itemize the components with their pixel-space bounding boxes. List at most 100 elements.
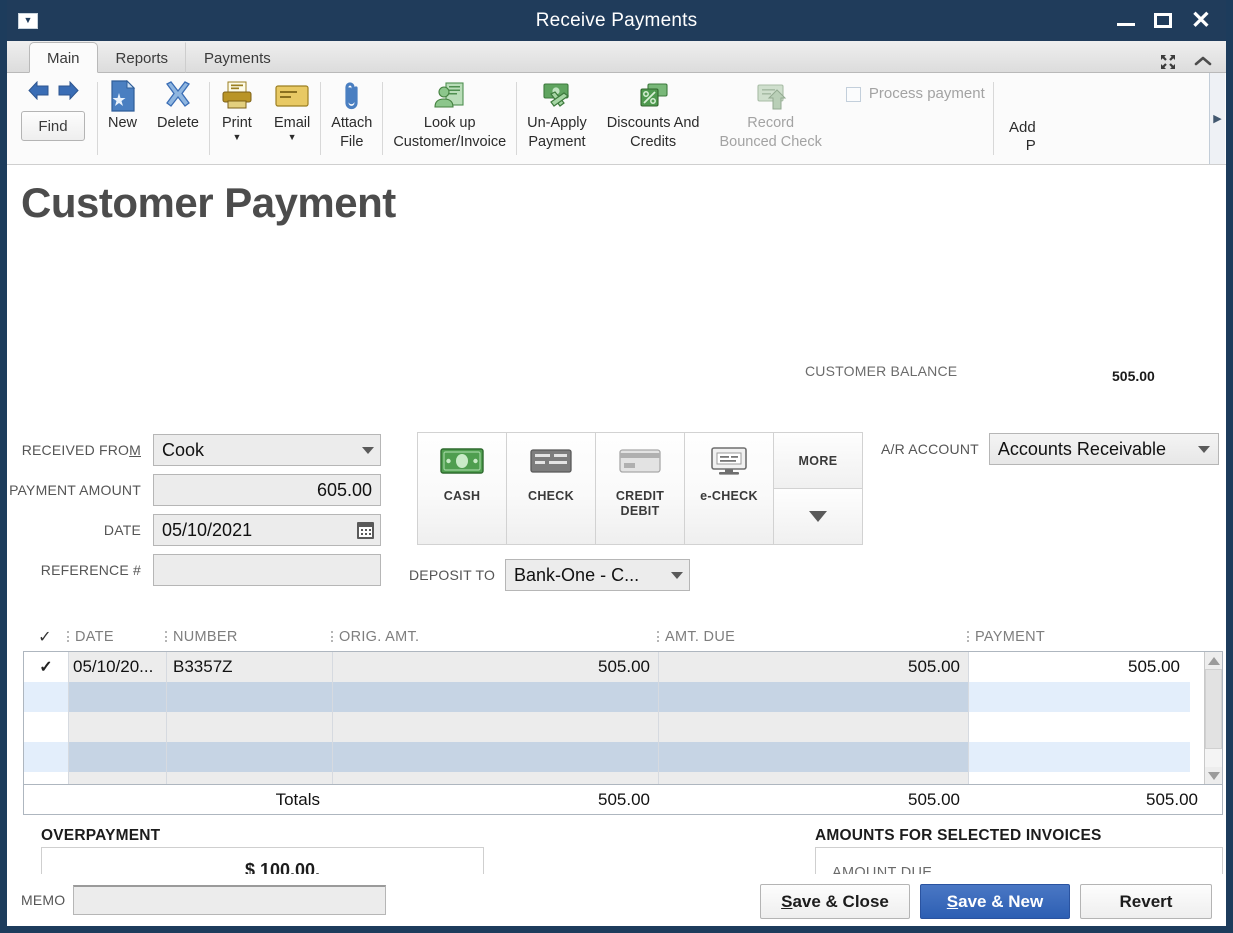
column-header-amt-due: AMT. DUE [657, 629, 967, 645]
chevron-down-icon[interactable] [1198, 446, 1210, 453]
memo-input[interactable] [73, 885, 386, 915]
new-button[interactable]: New [98, 73, 147, 164]
row-checkbox[interactable] [24, 712, 68, 742]
table-row[interactable]: ✓ 05/10/20... B3357Z 505.00 505.00 505.0… [24, 652, 1204, 682]
process-payment-checkbox-group[interactable]: Process payment [832, 73, 993, 164]
ribbon-tab-bar: Main Reports Payments [7, 41, 1226, 73]
ribbon-overflow-item[interactable]: Add P [994, 73, 1040, 164]
payment-method-echeck-label: e-CHECK [700, 489, 758, 504]
chevron-down-icon[interactable]: ▼ [288, 133, 297, 141]
receive-payments-window: ▼ Receive Payments ✕ Main Reports Paymen… [0, 0, 1233, 933]
check-icon [530, 433, 572, 489]
row-checkbox[interactable]: ✓ [24, 652, 68, 682]
close-icon[interactable]: ✕ [1191, 14, 1211, 28]
payment-amount-input[interactable]: 605.00 [153, 474, 381, 506]
table-header-row: ✓ DATE NUMBER ORIG. AMT. AMT. DUE PAYMEN… [23, 623, 1223, 651]
chevron-up-icon[interactable] [1194, 53, 1212, 70]
discounts-label-1: Discounts And [607, 115, 700, 132]
save-and-close-button[interactable]: Save & Close [760, 884, 910, 919]
scroll-track[interactable] [1205, 669, 1222, 767]
find-button[interactable]: Find [21, 111, 85, 141]
row-payment[interactable]: 505.00 [968, 652, 1190, 682]
payment-method-cash[interactable]: CASH [417, 432, 507, 545]
table-body: ✓ 05/10/20... B3357Z 505.00 505.00 505.0… [23, 651, 1223, 785]
footer-bar: MEMO Save & Close Save & New Revert [7, 874, 1226, 926]
payment-method-credit-debit-label-2: DEBIT [621, 504, 660, 519]
arrow-right-icon[interactable] [57, 81, 80, 105]
row-number [166, 682, 332, 712]
scroll-thumb[interactable] [1205, 669, 1222, 749]
scroll-down-icon[interactable] [1205, 767, 1222, 784]
payment-method-credit-debit[interactable]: CREDIT DEBIT [595, 432, 685, 545]
deposit-to-row: DEPOSIT TO Bank-One - C... [409, 559, 690, 591]
system-menu-icon[interactable]: ▼ [18, 13, 38, 29]
deposit-to-dropdown[interactable]: Bank-One - C... [505, 559, 690, 591]
revert-button[interactable]: Revert [1080, 884, 1212, 919]
record-bounced-check-button[interactable]: Record Bounced Check [709, 73, 831, 164]
row-payment[interactable] [968, 682, 1190, 712]
tab-payments[interactable]: Payments [186, 42, 289, 73]
more-button[interactable]: MORE [773, 432, 863, 489]
customer-balance-value: 505.00 [1112, 368, 1155, 384]
triangle-down-icon [809, 511, 827, 522]
calendar-icon[interactable] [357, 522, 374, 539]
ribbon-scroll-right-icon[interactable]: ▶ [1209, 73, 1225, 164]
row-checkbox[interactable] [24, 682, 68, 712]
row-payment[interactable] [968, 712, 1190, 742]
lookup-customer-invoice-button[interactable]: Look up Customer/Invoice [383, 73, 516, 164]
process-payment-label: Process payment [869, 85, 985, 102]
column-header-date: DATE [67, 629, 165, 645]
discounts-label-2: Credits [630, 134, 676, 151]
email-button[interactable]: Email ▼ [264, 73, 320, 164]
payment-amount-row: PAYMENT AMOUNT 605.00 [7, 470, 407, 510]
maximize-icon[interactable] [1154, 13, 1172, 28]
row-checkbox[interactable] [24, 742, 68, 772]
date-input[interactable]: 05/10/2021 [153, 514, 381, 546]
table-row[interactable] [24, 682, 1204, 712]
totals-label: Totals [24, 790, 332, 810]
overpayment-option-leave-credit[interactable]: LEAVE THE CREDIT TO BE USED LATER [60, 926, 374, 933]
title-bar: ▼ Receive Payments ✕ [7, 0, 1226, 41]
table-row[interactable] [24, 712, 1204, 742]
ar-account-row: A/R ACCOUNT Accounts Receivable [881, 433, 1219, 465]
attach-file-button[interactable]: Attach File [321, 73, 382, 164]
discounts-and-credits-button[interactable]: Discounts And Credits [597, 73, 710, 164]
payment-method-check[interactable]: CHECK [506, 432, 596, 545]
ar-account-dropdown[interactable]: Accounts Receivable [989, 433, 1219, 465]
row-payment[interactable] [968, 742, 1190, 772]
table-grid: ✓ 05/10/20... B3357Z 505.00 505.00 505.0… [24, 652, 1204, 784]
process-payment-checkbox[interactable] [846, 87, 861, 102]
reference-input[interactable] [153, 554, 381, 586]
table-row[interactable] [24, 742, 1204, 772]
delete-label: Delete [157, 115, 199, 132]
delete-button[interactable]: Delete [147, 73, 209, 164]
radio-button-icon[interactable] [60, 926, 77, 933]
payment-method-cash-label: CASH [444, 489, 481, 504]
chevron-down-icon[interactable] [671, 572, 683, 579]
lookup-customer-icon [433, 79, 467, 113]
more-dropdown-button[interactable] [773, 488, 863, 545]
tab-main[interactable]: Main [29, 42, 98, 73]
save-and-new-button[interactable]: Save & New [920, 884, 1070, 919]
received-from-dropdown[interactable]: Cook [153, 434, 381, 466]
arrow-left-icon[interactable] [27, 81, 50, 105]
payment-amount-label: PAYMENT AMOUNT [7, 482, 153, 498]
print-button[interactable]: Print ▼ [210, 73, 264, 164]
chevron-down-icon[interactable]: ▼ [232, 133, 241, 141]
cash-bill-icon [440, 433, 484, 489]
chevron-down-icon[interactable] [362, 447, 374, 454]
reference-label: REFERENCE # [7, 562, 153, 578]
filler-cell [166, 772, 332, 784]
table-vertical-scrollbar[interactable] [1204, 652, 1222, 784]
expand-icon[interactable] [1160, 54, 1176, 70]
row-date [68, 742, 166, 772]
ribbon-group-payment-actions: Un-Apply Payment Discounts And Credits [517, 73, 832, 164]
minimize-icon[interactable] [1117, 14, 1135, 28]
tab-reports[interactable]: Reports [98, 42, 187, 73]
payment-method-echeck[interactable]: e-CHECK [684, 432, 774, 545]
unapply-payment-button[interactable]: Un-Apply Payment [517, 73, 597, 164]
bounced-check-icon [754, 79, 788, 113]
scroll-up-icon[interactable] [1205, 652, 1222, 669]
navigation-group: Find [7, 73, 97, 164]
nav-arrows [27, 73, 80, 105]
